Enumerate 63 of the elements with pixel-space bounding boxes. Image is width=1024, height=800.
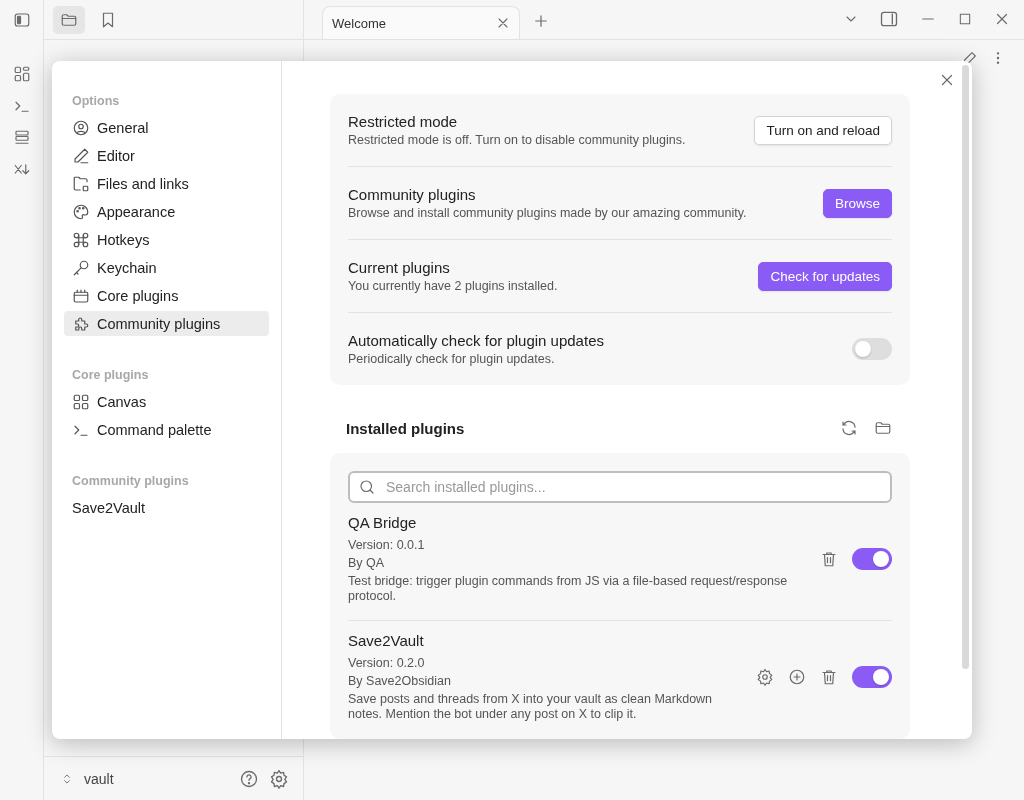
nav-item[interactable]: Keychain bbox=[64, 255, 269, 280]
setting-title: Restricted mode bbox=[348, 112, 459, 130]
pencil-icon bbox=[72, 146, 90, 165]
plugin-description: Save posts and threads from X into your vault as clean Markdown notes. Mention the bot under any post on X to clip it. bbox=[348, 692, 714, 722]
trash-icon[interactable] bbox=[820, 550, 838, 568]
help-icon[interactable] bbox=[239, 768, 259, 789]
sidebar-toggle-icon[interactable] bbox=[879, 9, 899, 29]
folder-icon[interactable] bbox=[874, 419, 892, 437]
plugin-version: Version: 0.0.1 bbox=[348, 538, 426, 553]
tab[interactable]: Welcome bbox=[322, 6, 520, 39]
folder-icon bbox=[72, 174, 90, 193]
plugin-author: By QA bbox=[348, 556, 386, 571]
nav-section-heading: Options bbox=[71, 93, 121, 110]
toggle-switch[interactable] bbox=[852, 338, 892, 360]
nav-section-heading: Community plugins bbox=[71, 473, 190, 490]
settings-icon[interactable] bbox=[756, 668, 774, 686]
plugin-name: Save2Vault bbox=[348, 632, 425, 649]
nav-item[interactable]: Core plugins bbox=[64, 283, 269, 308]
toggle-switch[interactable] bbox=[852, 666, 892, 688]
nav-item[interactable]: Files and links bbox=[64, 171, 269, 196]
toggle-switch[interactable] bbox=[852, 548, 892, 570]
nav-item[interactable]: Canvas bbox=[64, 389, 269, 414]
puzzle-icon bbox=[72, 314, 90, 333]
sidebar-toggle-icon[interactable] bbox=[12, 11, 31, 29]
section-heading: Installed plugins bbox=[346, 419, 465, 437]
nav-item[interactable]: General bbox=[64, 115, 269, 140]
nav-section-heading: Core plugins bbox=[71, 367, 150, 384]
nav-item[interactable]: Appearance bbox=[64, 199, 269, 224]
palette-icon bbox=[72, 202, 90, 221]
nav-item[interactable]: Save2Vault bbox=[64, 495, 269, 520]
nav-item[interactable]: Command palette bbox=[64, 417, 269, 442]
grid-icon[interactable] bbox=[12, 65, 31, 83]
setting-description: Restricted mode is off. Turn on to disable community plugins. bbox=[348, 132, 686, 148]
setting-description: Periodically check for plugin updates. bbox=[348, 351, 556, 367]
nav-item[interactable]: Community plugins bbox=[64, 311, 269, 336]
primary-button[interactable]: Check for updates bbox=[758, 261, 892, 291]
setting-title: Community plugins bbox=[348, 185, 477, 203]
refresh-icon[interactable] bbox=[840, 419, 858, 437]
setting-description: Browse and install community plugins made by our amazing community. bbox=[348, 205, 747, 221]
nav-item[interactable]: Editor bbox=[64, 143, 269, 168]
grid-icon bbox=[72, 392, 90, 411]
vault-name[interactable]: vault bbox=[84, 770, 229, 787]
search-field[interactable]: Search installed plugins... bbox=[348, 471, 892, 503]
box-icon bbox=[72, 286, 90, 305]
plugin-author: By Save2Obsidian bbox=[348, 674, 452, 689]
plugin-description: Test bridge: trigger plugin commands from JS via a file-based request/response protocol. bbox=[348, 574, 789, 604]
command-key-icon bbox=[72, 230, 90, 249]
button[interactable]: Turn on and reload bbox=[754, 115, 892, 145]
setting-description: You currently have 2 plugins installed. bbox=[348, 278, 558, 294]
plugin-name: QA Bridge bbox=[348, 514, 418, 531]
maximize-icon[interactable] bbox=[957, 11, 973, 27]
list-icon[interactable] bbox=[12, 129, 31, 147]
trash-icon[interactable] bbox=[820, 668, 838, 686]
settings-icon[interactable] bbox=[269, 768, 289, 789]
nav-item[interactable]: Hotkeys bbox=[64, 227, 269, 252]
key-icon bbox=[72, 258, 90, 277]
setting-title: Automatically check for plugin updates bbox=[348, 331, 604, 349]
user-icon bbox=[72, 118, 90, 137]
plugin-version: Version: 0.2.0 bbox=[348, 656, 426, 671]
primary-button[interactable]: Browse bbox=[823, 188, 892, 218]
setting-title: Current plugins bbox=[348, 258, 451, 276]
scrollbar[interactable] bbox=[962, 65, 969, 669]
plus-circle-icon[interactable] bbox=[788, 668, 806, 686]
